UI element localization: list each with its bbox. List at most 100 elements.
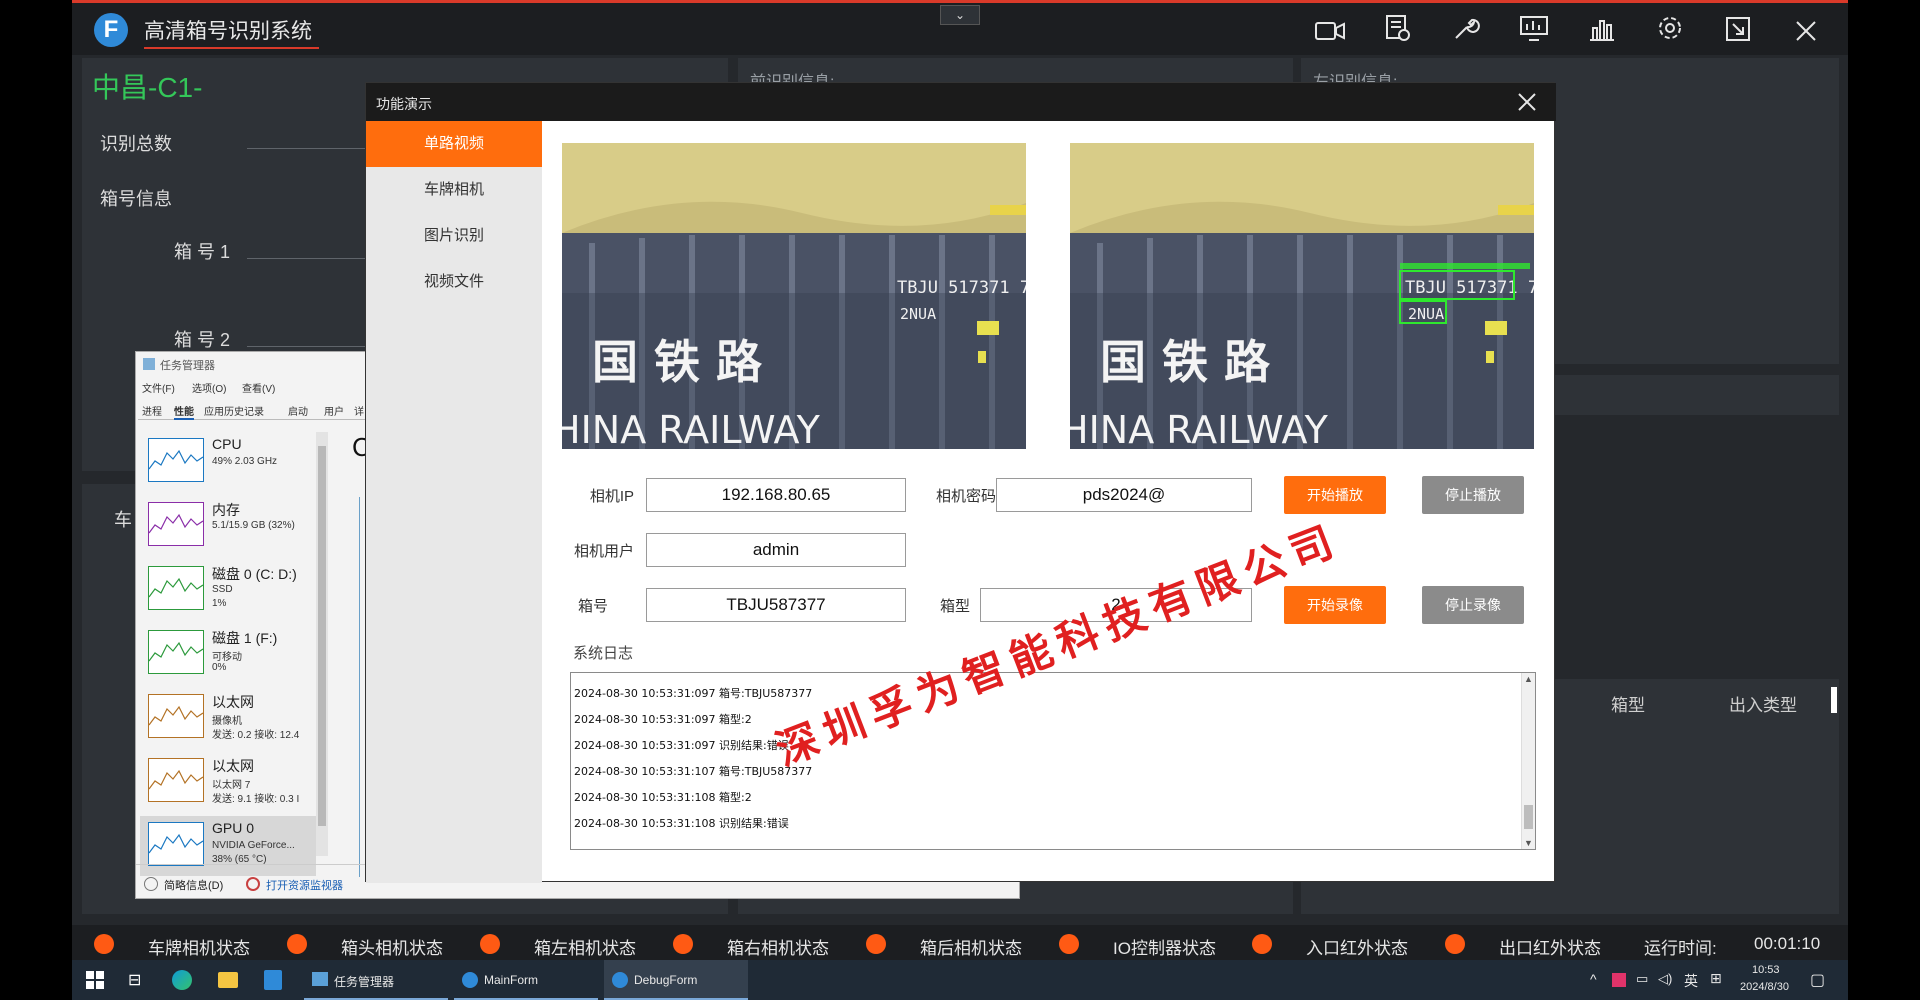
tm-resource-item[interactable]: 以太网 摄像机 发送: 0.2 接收: 12.4 — [140, 688, 316, 748]
status-label-6: 入口红外状态 — [1306, 939, 1408, 958]
dialog-sidebar: 单路视频 车牌相机 图片识别 视频文件 — [366, 121, 542, 883]
stop-play-button[interactable]: 停止播放 — [1422, 476, 1524, 514]
edge-icon[interactable] — [172, 970, 192, 990]
volume-icon[interactable]: ◁) — [1658, 971, 1672, 987]
log-line: 2024-08-30 10:53:31:108 箱型:2 — [574, 791, 752, 804]
camera-ip-label: 相机IP — [589, 488, 634, 505]
tm-resource-line1: 49% 2.03 GHz — [212, 456, 278, 467]
tm-scrollbar[interactable] — [316, 432, 328, 856]
monitor-chart-icon[interactable] — [1514, 13, 1554, 53]
tm-tab-1[interactable]: 性能 — [174, 403, 194, 420]
tm-resource-name: CPU — [212, 436, 242, 452]
col-inout-type: 出入类型 — [1729, 696, 1797, 715]
collapse-button[interactable]: ⌄ — [940, 5, 980, 25]
brief-info-button[interactable]: 简略信息(D) — [164, 877, 223, 893]
tm-menu-item-2[interactable]: 查看(V) — [242, 380, 275, 395]
brief-info-icon[interactable] — [144, 877, 158, 891]
container-code-line2: 2NUA — [900, 305, 936, 323]
camera-image-left: TBJU 517371 7 2NUA 国 铁 路 HINA RAILWAY — [562, 143, 1026, 449]
network-icon[interactable]: ▭ — [1636, 971, 1648, 987]
box-info-label: 箱号信息 — [100, 189, 172, 209]
dialog-title: 功能演示 — [376, 96, 432, 112]
ime-indicator[interactable]: 英 — [1684, 971, 1698, 991]
tm-tab-3[interactable]: 启动 — [288, 403, 308, 418]
scroll-down-icon[interactable]: ▼ — [1524, 838, 1533, 848]
resource-monitor-link[interactable]: 打开资源监视器 — [266, 877, 343, 893]
runtime-label: 运行时间: — [1644, 939, 1717, 958]
bar-chart-icon[interactable] — [1582, 13, 1622, 53]
taskbar-app-0-label: 任务管理器 — [334, 975, 395, 989]
taskbar-app-1[interactable]: MainForm — [454, 960, 598, 1000]
status-dot-6 — [1252, 934, 1272, 954]
status-label-1: 箱头相机状态 — [341, 939, 443, 958]
status-dot-5 — [1059, 934, 1079, 954]
box-no-field[interactable]: TBJU587377 — [646, 588, 906, 622]
tm-menu-item-0[interactable]: 文件(F) — [142, 380, 175, 395]
tray-app-icon[interactable] — [1612, 973, 1626, 987]
gear-icon[interactable] — [1650, 13, 1690, 53]
scroll-thumb[interactable] — [1524, 805, 1533, 829]
wrench-icon[interactable] — [1446, 13, 1486, 53]
status-label-2: 箱左相机状态 — [534, 939, 636, 958]
start-record-button[interactable]: 开始录像 — [1284, 586, 1386, 624]
stop-record-button[interactable]: 停止录像 — [1422, 586, 1524, 624]
tm-tab-0[interactable]: 进程 — [142, 403, 162, 418]
task-view-icon[interactable]: ⊟ — [128, 970, 141, 990]
scroll-up-icon[interactable]: ▲ — [1524, 674, 1533, 684]
camera-ip-field[interactable]: 192.168.80.65 — [646, 478, 906, 512]
notification-icon[interactable]: ▢ — [1810, 970, 1825, 990]
status-dot-0 — [94, 934, 114, 954]
tm-resource-line2: 发送: 9.1 接收: 0.3 I — [212, 794, 300, 805]
ime-grid-icon[interactable]: ⊞ — [1710, 970, 1722, 987]
clock-time[interactable]: 10:53 — [1752, 964, 1780, 976]
tm-resource-item[interactable]: CPU 49% 2.03 GHz — [140, 432, 316, 492]
side-item-2[interactable]: 图片识别 — [366, 213, 542, 259]
tm-tab-5[interactable]: 详 — [354, 403, 364, 418]
video-icon[interactable] — [1310, 13, 1350, 53]
tm-resource-item[interactable]: 内存 5.1/15.9 GB (32%) — [140, 496, 316, 556]
dialog-close-icon[interactable] — [1516, 91, 1540, 115]
start-icon[interactable] — [86, 971, 104, 989]
exit-icon[interactable] — [1718, 13, 1758, 53]
tm-menu: 文件(F) 选项(O) 查看(V) — [142, 380, 382, 396]
tm-title: 任务管理器 — [160, 360, 215, 372]
tm-resource-item[interactable]: 以太网 以太网 7 发送: 9.1 接收: 0.3 I — [140, 752, 316, 812]
close-icon[interactable] — [1786, 13, 1826, 53]
status-label-7: 出口红外状态 — [1499, 939, 1601, 958]
status-label-0: 车牌相机状态 — [148, 939, 250, 958]
clock-date[interactable]: 2024/8/30 — [1740, 981, 1789, 993]
tm-scroll-thumb[interactable] — [318, 446, 326, 826]
resource-monitor-icon — [246, 877, 260, 891]
system-log-box[interactable]: 2024-08-30 10:53:31:097 箱号:TBJU587377 202… — [570, 672, 1536, 850]
explorer-icon[interactable] — [218, 972, 238, 988]
status-label-3: 箱右相机状态 — [727, 939, 829, 958]
tm-resource-item[interactable]: 磁盘 0 (C: D:) SSD 1% — [140, 560, 316, 620]
store-icon[interactable] — [264, 970, 282, 990]
table-scrollbar[interactable] — [1831, 687, 1837, 713]
tray-chevron-icon[interactable]: ^ — [1590, 971, 1597, 987]
tm-resource-item[interactable]: 磁盘 1 (F:) 可移动 0% — [140, 624, 316, 684]
tm-resource-name: 磁盘 0 (C: D:) — [212, 566, 297, 582]
side-item-1[interactable]: 车牌相机 — [366, 167, 542, 213]
tm-app-icon — [143, 358, 155, 370]
report-icon[interactable] — [1378, 13, 1418, 53]
start-play-button[interactable]: 开始播放 — [1284, 476, 1386, 514]
tm-resource-name: 内存 — [212, 502, 240, 518]
tm-resource-line2: 1% — [212, 598, 227, 609]
taskbar-app-2[interactable]: DebugForm — [604, 960, 748, 1000]
tm-tabs: 进程 性能 应用历史记录 启动 用户详 — [138, 400, 368, 420]
tm-tab-4[interactable]: 用户 — [324, 403, 344, 418]
tm-resource-graph — [148, 438, 204, 482]
status-label-4: 箱后相机状态 — [920, 939, 1022, 958]
side-item-3[interactable]: 视频文件 — [366, 259, 542, 305]
log-scrollbar[interactable]: ▲ ▼ — [1521, 673, 1535, 849]
tm-menu-item-1[interactable]: 选项(O) — [192, 380, 226, 395]
tm-resource-line1: NVIDIA GeForce... — [212, 840, 295, 851]
camera-user-field[interactable]: admin — [646, 533, 906, 567]
tm-tab-2[interactable]: 应用历史记录 — [204, 403, 264, 418]
camera-pwd-field[interactable]: pds2024@ — [996, 478, 1252, 512]
station-name: 中昌-C1- — [92, 72, 203, 103]
plate-panel-label: 车 — [114, 510, 132, 530]
taskbar-app-0[interactable]: 任务管理器 — [304, 960, 448, 1000]
side-item-0[interactable]: 单路视频 — [366, 121, 542, 167]
